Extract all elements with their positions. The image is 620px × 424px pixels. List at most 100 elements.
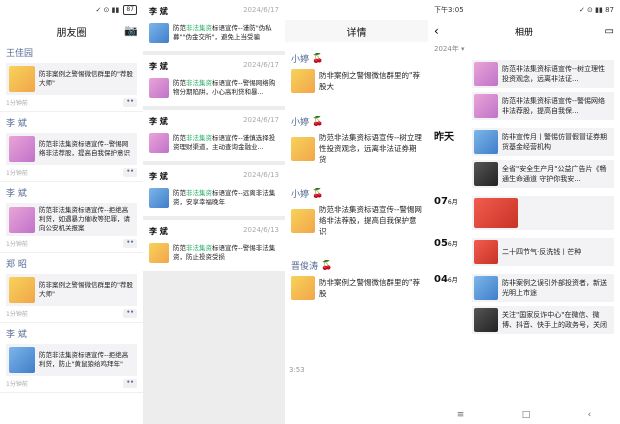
more-icon[interactable]: •• [123,98,137,107]
search-results-panel: 李 斌 2024/6/17 防范非法集资标语宣传--谨防"伪私募""伪金交所"，避… [143,0,285,424]
menu-nav-icon[interactable]: ≡ [457,410,465,420]
shared-link[interactable]: 防非案例之警惕微信群里的"荐股大 [291,69,422,93]
more-icon[interactable]: •• [123,168,137,177]
moments-panel: ✓ ⊙ ▮▮ 87 朋友圈 📷 王佳园 防非案例之警惕微信群里的"荐股大师" 1… [0,0,143,424]
link-thumbnail [291,136,315,161]
page-title: 朋友圈 [56,27,87,39]
home-nav-icon[interactable]: □ [522,410,531,420]
post-time: 1分钟前 [6,381,28,388]
shared-link[interactable]: 防范非法集资标语宣传--警惕网络非法荐股，提高自我保护意识 [291,204,422,237]
item-author: 李 斌 [149,62,168,71]
post-time: 1分钟前 [6,170,28,177]
status-bar: ✓ ⊙ ▮▮ 87 [0,0,143,20]
shared-link[interactable]: 防范非法集资标语宣传--拒绝高利贷，防止"黄鼠狼给鸡拜年" [6,344,137,376]
album-item[interactable]: 关注"国家反诈中心"在微信、微博、抖音、快手上的政务号，关闭手机境外... [472,306,614,334]
item-thumbnail [474,308,498,332]
link-thumbnail [291,69,315,93]
album-item[interactable] [472,196,614,230]
cherry-icon: 🍒 [312,188,324,199]
link-title: 防非案例之警惕微信群里的"荐股大师" [39,281,133,298]
detail-row: 小婷 🍒 防范非法集资标语宣传--树立理性投资观念，远离非法证券期货 [285,109,428,171]
album-item[interactable]: 防非案例之误引外部投资者，新送光明上市途 [472,274,614,302]
link-title: 防范非法集资标语宣传--远离非法集资，安享幸福晚年 [173,189,276,206]
list-item[interactable]: 李 斌 2024/6/13 防范非法集资标语宣传--远离非法集资，安享幸福晚年 [143,165,285,216]
item-title: 二十四节气·反洗钱丨芒种 [502,248,582,256]
year-label: 2024年 [434,45,459,53]
back-icon[interactable]: ‹ [434,24,439,38]
link-thumbnail [149,78,169,98]
post-author[interactable]: 李 斌 [6,327,137,340]
more-icon[interactable]: •• [123,239,137,248]
item-title: 关注"国家反诈中心"在微信、微博、抖音、快手上的政务号，关闭手机境外... [502,311,607,329]
item-author: 李 斌 [149,172,168,181]
moment-post: 李 斌 防范非法集资标语宣传--拒绝高利贷，防止"黄鼠狼给鸡拜年" 1分钟前 •• [0,323,143,393]
list-item[interactable]: 李 斌 2024/6/17 防范非法集资标语宣传--警惕网络购物分期陷阱，小心高利… [143,55,285,106]
post-time: 1分钟前 [6,100,28,107]
album-item[interactable]: 防范非法集资标语宣传--警惕网络非法荐股，提高自我保... [472,92,614,120]
link-thumbnail [291,208,315,233]
post-author[interactable]: 王佳园 [6,46,137,59]
list-item[interactable]: 李 斌 2024/6/17 防范非法集资标语宣传--谨防"伪私募""伪金交所"，避… [143,0,285,51]
item-title: 防非宣传月丨警惕仿冒假冒证券期货基金经营机构 [502,133,607,151]
link-title: 防范非法集资标语宣传--拒绝高利贷，如遇暴力催收等犯罪，请向公安机关报案 [39,206,130,232]
item-date: 2024/6/17 [243,116,279,124]
shared-link[interactable]: 防范非法集资标语宣传--拒绝高利贷，如遇暴力催收等犯罪，请向公安机关报案 [6,203,137,236]
album-date-group: 076月 [428,192,620,234]
link-title: 防非案例之警惕微信群里的"荐股大 [319,71,420,91]
moments-header: 朋友圈 📷 [0,20,143,42]
link-title: 防范非法集资标语宣传--警惕网络非法荐股，提高自我保护意识 [319,205,422,236]
item-title: 防范非法集资标语宣传--树立理性投资观念，远离非法证... [502,65,606,83]
user-name[interactable]: 小婷 [291,187,309,200]
album-item[interactable]: 防范非法集资标语宣传--树立理性投资观念，远离非法证... [472,60,614,88]
status-time: 下午3:05 [434,6,464,14]
user-name[interactable]: 小婷 [291,115,309,128]
link-thumbnail [149,243,169,263]
detail-panel: 详情 小婷 🍒 防非案例之警惕微信群里的"荐股大 小婷 🍒 防范非法集资标语宣传--… [285,0,428,424]
group-date: 056月 [434,238,458,249]
user-name[interactable]: 晋俊涛 [291,259,318,272]
shared-link[interactable]: 防范非法集资标语宣传--树立理性投资观念，远离非法证券期货 [291,132,422,165]
album-item[interactable]: 防非宣传月丨警惕仿冒假冒证券期货基金经营机构 [472,128,614,156]
item-title: 防非案例之误引外部投资者，新送光明上市途 [502,279,607,297]
shared-link[interactable]: 防非案例之警惕微信群里的"荐股 [291,276,422,300]
shared-link[interactable]: 防范非法集资标语宣传--警惕网络非法荐股，提高自我保护意识 [6,133,137,165]
camera-icon[interactable]: 📷 [124,24,138,37]
shared-link[interactable]: 防非案例之警惕微信群里的"荐股大师" [6,274,137,306]
album-item[interactable]: 二十四节气·反洗钱丨芒种 [472,238,614,266]
item-thumbnail [474,240,498,264]
album-date-group: 昨天 防非宣传月丨警惕仿冒假冒证券期货基金经营机构 全省"安全生产月"公益广告片… [428,124,620,192]
list-item[interactable]: 李 斌 2024/6/13 防范非法集资标语宣传--警惕非法集资，防止投资受损 [143,220,285,271]
year-filter[interactable]: 2024年 ▾ [428,42,620,56]
link-title: 防范非法集资标语宣传--警惕非法集资，防止投资受损 [173,244,276,261]
group-date: 昨天 [434,132,454,143]
item-thumbnail [474,62,498,86]
link-thumbnail [149,133,169,153]
back-nav-icon[interactable]: ‹ [588,410,592,420]
group-date: 046月 [434,274,458,285]
message-icon[interactable]: ▭ [605,26,614,37]
shared-link[interactable]: 防非案例之警惕微信群里的"荐股大师" [6,63,137,95]
timestamp: 3:53 [289,366,305,374]
album-item[interactable]: 全省"安全生产月"公益广告片《畅通生命通道 守护你我安... [472,160,614,188]
item-thumbnail [474,130,498,154]
link-title: 防范非法集资标语宣传--警惕网络非法荐股，提高自我保护意识 [39,140,130,157]
post-time: 1分钟前 [6,311,28,318]
detail-row: 小婷 🍒 防非案例之警惕微信群里的"荐股大 [285,46,428,99]
post-author[interactable]: 郑 昭 [6,257,137,270]
item-author: 李 斌 [149,227,168,236]
more-icon[interactable]: •• [123,379,137,388]
item-date: 2024/6/13 [243,226,279,234]
system-nav: ≡ □ ‹ [428,406,620,424]
page-title: 详情 [346,27,367,39]
post-author[interactable]: 李 斌 [6,186,137,199]
status-icons: ✓ ⊙ ▮▮ 87 [578,6,614,14]
battery-icon: 87 [123,5,137,15]
link-title: 防非案例之警惕微信群里的"荐股 [319,278,420,298]
user-name[interactable]: 小婷 [291,52,309,65]
album-date-group: 防范非法集资标语宣传--树立理性投资观念，远离非法证... 防范非法集资标语宣传… [428,56,620,124]
more-icon[interactable]: •• [123,309,137,318]
signal-icons: ✓ ⊙ ▮▮ [95,6,120,14]
list-item[interactable]: 李 斌 2024/6/17 防范非法集资标语宣传--谨慎选择投资理财渠道，主动查询… [143,110,285,161]
post-author[interactable]: 李 斌 [6,116,137,129]
item-author: 李 斌 [149,7,168,16]
